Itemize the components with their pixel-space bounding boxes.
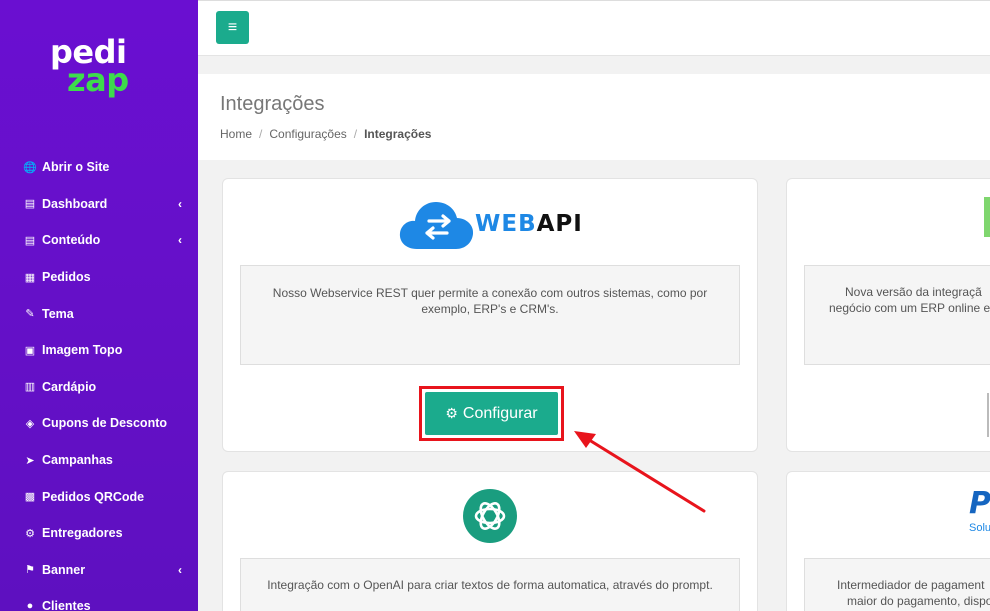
- chevron-left-icon: ‹: [178, 562, 182, 577]
- sidebar-item-pedidos-qrcode[interactable]: ▩ Pedidos QRCode: [0, 478, 198, 515]
- highlight-box: ⚙ Configurar: [419, 386, 564, 441]
- sidebar: pedi zap 🌐 Abrir o Site ▤ Dashboard ‹ ▤ Conteú…: [0, 0, 198, 611]
- integration-description: Integração com o OpenAI para criar texto…: [240, 558, 740, 611]
- sidebar-item-label: Pedidos QRCode: [42, 489, 145, 504]
- integration-card-payment: P Solu Intermediador de pagament maior d…: [786, 471, 990, 611]
- sidebar-item-label: Imagem Topo: [42, 343, 123, 358]
- sidebar-item-pedidos[interactable]: ▦ Pedidos: [0, 259, 198, 296]
- description-line: Nova versão da integraçã: [845, 285, 982, 299]
- breadcrumb-current: Integrações: [364, 127, 432, 141]
- sidebar-item-card-pio[interactable]: ▥ Cardápio: [0, 369, 198, 406]
- breadcrumb-configuracoes[interactable]: Configurações: [269, 127, 346, 141]
- hamburger-icon: ≡: [227, 18, 238, 36]
- openai-icon: [463, 489, 517, 543]
- tags-icon: ◈: [25, 417, 35, 430]
- user-icon: ●: [26, 600, 34, 611]
- breadcrumb-home[interactable]: Home: [220, 127, 252, 141]
- erp-logo: [984, 197, 990, 237]
- payment-logo-text: P: [969, 486, 990, 521]
- chart-icon: ▦: [24, 271, 36, 284]
- sidebar-item-label: Entregadores: [42, 526, 123, 541]
- page-title: Integrações: [220, 93, 325, 115]
- sidebar-item-abrir-o-site[interactable]: 🌐 Abrir o Site: [0, 149, 198, 186]
- book-icon: ▥: [24, 381, 36, 394]
- integration-description: Nosso Webservice REST quer permite a con…: [240, 265, 740, 365]
- page-header: Integrações Home / Configurações / Integraçõ…: [198, 74, 990, 160]
- file-icon: ▤: [24, 198, 36, 211]
- description-line: maior do pagamento, dispo: [847, 594, 990, 608]
- sidebar-item-label: Banner: [42, 562, 86, 577]
- webapi-text-api: API: [536, 211, 583, 237]
- configurar-button[interactable]: ⚙ Configurar: [425, 392, 558, 435]
- image-icon: ▣: [24, 344, 36, 357]
- description-line: Intermediador de pagament: [837, 578, 985, 592]
- paper-plane-icon: ➤: [25, 454, 35, 467]
- chevron-left-icon: ‹: [178, 233, 182, 248]
- sidebar-item-conte-do[interactable]: ▤ Conteúdo ‹: [0, 222, 198, 259]
- chevron-left-icon: ‹: [178, 196, 182, 211]
- sidebar-item-imagem-topo[interactable]: ▣ Imagem Topo: [0, 332, 198, 369]
- configurar-label: Configurar: [462, 404, 538, 422]
- integration-card-erp: Nova versão da integraçã negócio com um …: [786, 178, 990, 452]
- breadcrumb-separator: /: [259, 127, 263, 141]
- sidebar-item-campanhas[interactable]: ➤ Campanhas: [0, 442, 198, 479]
- sidebar-item-label: Conteúdo: [42, 233, 101, 248]
- logo-text-zap: zap: [67, 61, 129, 99]
- breadcrumb-separator: /: [353, 127, 358, 141]
- qrcode-icon: ▩: [24, 491, 36, 504]
- logo[interactable]: pedi zap: [50, 36, 150, 99]
- sidebar-item-clientes[interactable]: ● Clientes: [0, 588, 198, 611]
- sidebar-item-label: Dashboard: [42, 196, 108, 211]
- cloud-sync-icon: [399, 202, 474, 249]
- breadcrumb: Home / Configurações / Integrações: [220, 127, 431, 141]
- description-line: negócio com um ERP online e: [829, 301, 990, 315]
- sidebar-item-entregadores[interactable]: ⚙ Entregadores: [0, 515, 198, 552]
- payment-logo-sub: Solu: [969, 522, 990, 534]
- annotation-arrow: [574, 431, 706, 513]
- integration-card-webapi: WEBAPI Nosso Webservice REST quer permit…: [222, 178, 758, 452]
- menu-toggle-button[interactable]: ≡: [216, 11, 249, 44]
- integration-description: Nova versão da integraçã negócio com um …: [804, 265, 990, 365]
- payment-logo: P Solu: [969, 486, 990, 535]
- sidebar-item-tema[interactable]: ✎ Tema: [0, 295, 198, 332]
- webapi-logo: WEBAPI: [399, 197, 589, 251]
- sidebar-item-label: Clientes: [42, 599, 91, 611]
- sidebar-menu: 🌐 Abrir o Site ▤ Dashboard ‹ ▤ Conteúdo ‹ ▦ Pedid…: [0, 149, 198, 611]
- sidebar-item-label: Cardápio: [42, 379, 97, 394]
- description-line: E: [829, 316, 990, 332]
- sidebar-item-label: Campanhas: [42, 453, 113, 468]
- sidebar-item-label: Tema: [42, 306, 74, 321]
- webapi-text-web: WEB: [475, 211, 537, 237]
- flag-icon: ⚑: [25, 564, 35, 577]
- file-icon: ▤: [24, 234, 36, 247]
- gear-icon: ⚙: [445, 405, 458, 421]
- brush-icon: ✎: [25, 308, 35, 321]
- sidebar-item-cupons-de-desconto[interactable]: ◈ Cupons de Desconto: [0, 405, 198, 442]
- integration-description: Intermediador de pagament maior do pagam…: [804, 558, 990, 611]
- sidebar-item-dashboard[interactable]: ▤ Dashboard ‹: [0, 186, 198, 223]
- top-bar: ≡: [198, 0, 990, 56]
- sidebar-item-label: Abrir o Site: [42, 160, 110, 175]
- sidebar-item-label: Pedidos: [42, 270, 91, 285]
- sidebar-item-label: Cupons de Desconto: [42, 416, 168, 431]
- globe-icon: 🌐: [23, 161, 37, 174]
- sidebar-item-banner[interactable]: ⚑ Banner ‹: [0, 552, 198, 589]
- motorcycle-icon: ⚙: [25, 527, 35, 540]
